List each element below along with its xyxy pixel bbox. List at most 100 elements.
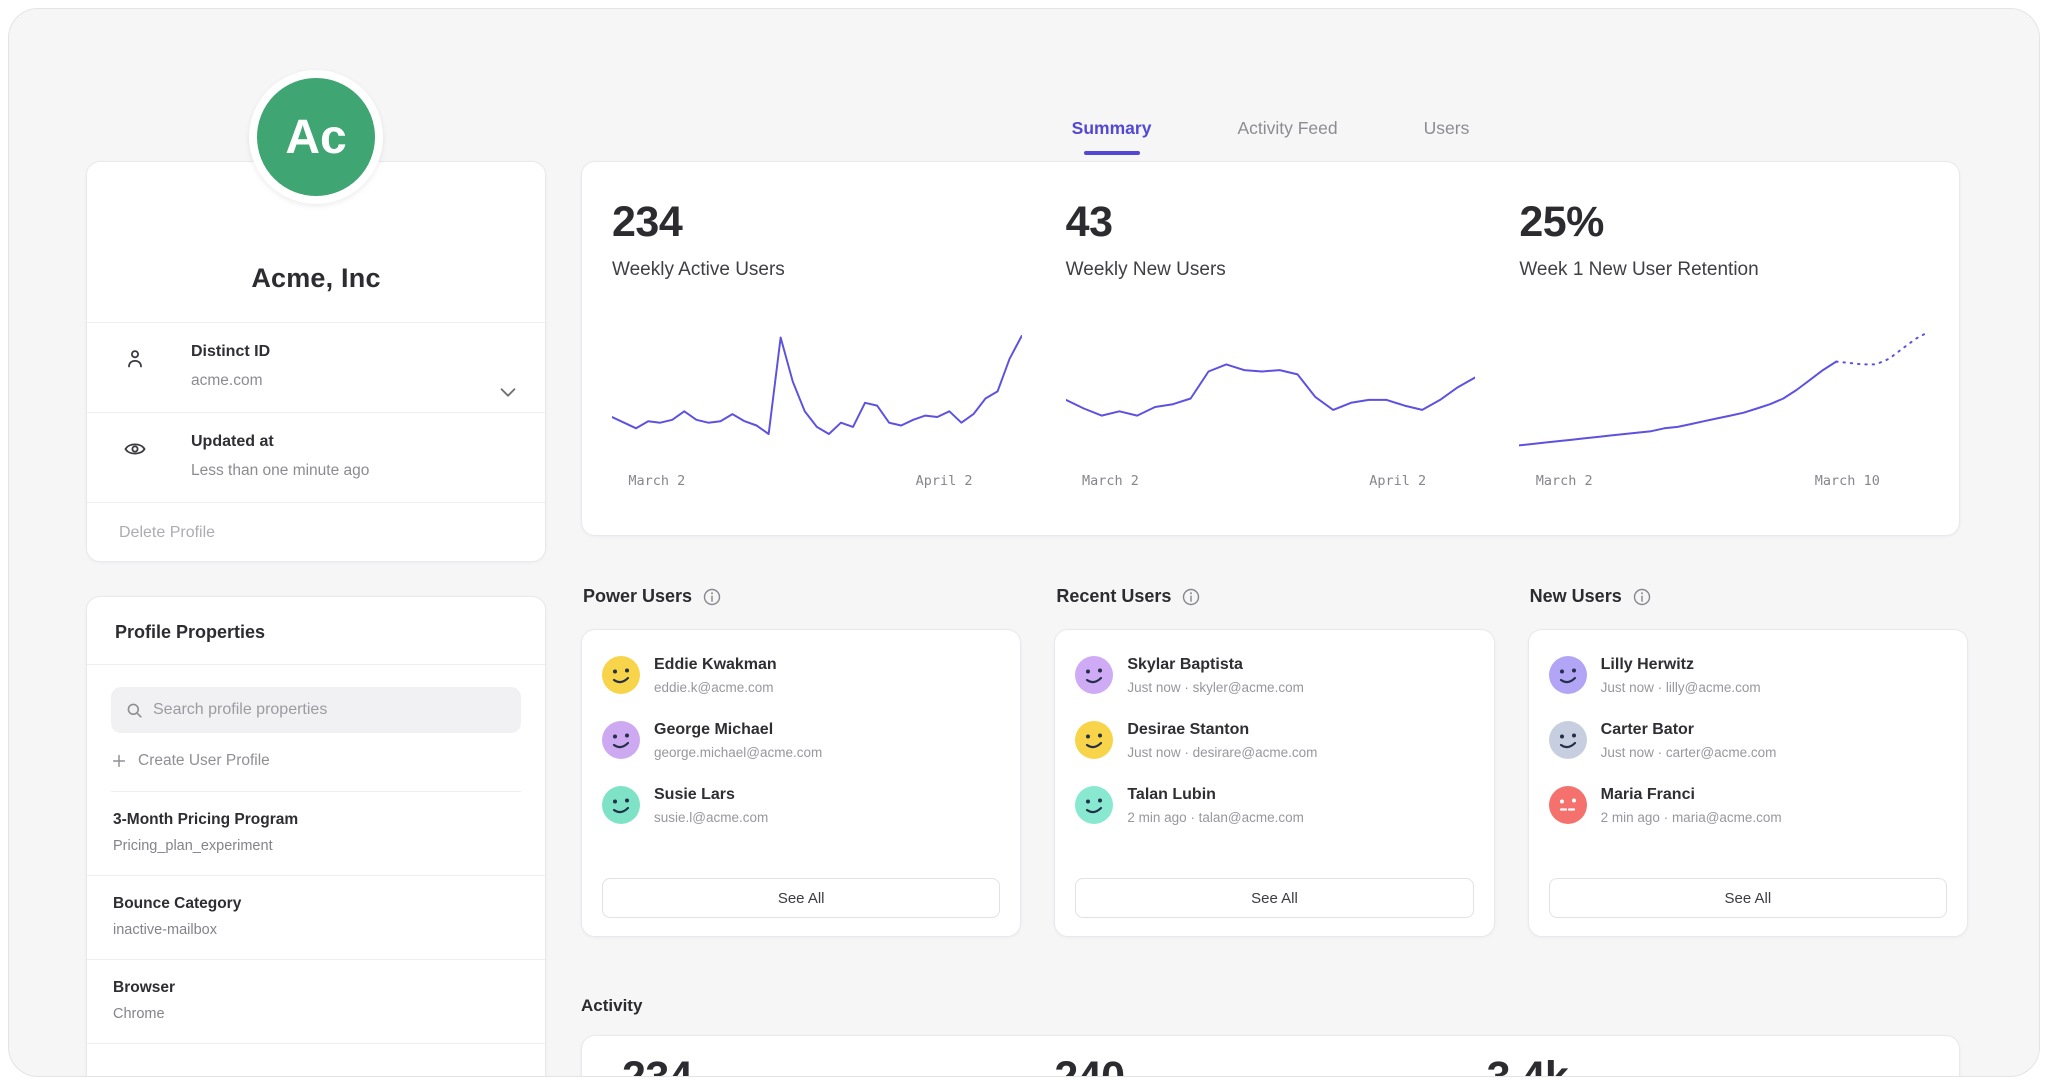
- field-value: acme.com: [191, 372, 485, 390]
- user-row[interactable]: Carter Bator Just now · carter@acme.com: [1549, 721, 1947, 760]
- tab-bar: Summary Activity Feed Users: [581, 8, 1960, 161]
- activity-stat: 234: [622, 1053, 1054, 1077]
- eye-icon: [123, 437, 147, 461]
- profile-properties-title: Profile Properties: [87, 597, 545, 665]
- property-name: Bounce Category: [113, 895, 519, 913]
- property-value: inactive-mailbox: [113, 922, 519, 938]
- user-avatar: [1549, 656, 1587, 694]
- recent-users-card: Skylar Baptista Just now · skyler@acme.c…: [1054, 629, 1494, 937]
- tab-users[interactable]: Users: [1424, 118, 1470, 155]
- see-all-button[interactable]: See All: [1075, 878, 1473, 918]
- activity-title: Activity: [581, 996, 1960, 1016]
- property-value: Chrome: [113, 1006, 519, 1022]
- info-icon[interactable]: [702, 587, 722, 607]
- user-name: Lilly Herwitz: [1601, 656, 1761, 674]
- activity-card: 234 240 3.4k: [581, 1035, 1960, 1077]
- delete-profile-button[interactable]: Delete Profile: [87, 502, 545, 563]
- x-tick: March 2: [628, 473, 685, 489]
- user-row[interactable]: Maria Franci 2 min ago · maria@acme.com: [1549, 786, 1947, 825]
- activity-section: Activity 234 240 3.4k: [581, 996, 1960, 1077]
- user-avatar: [1075, 786, 1113, 824]
- field-label: Updated at: [191, 433, 485, 451]
- user-subtext: susie.l@acme.com: [654, 810, 768, 825]
- face-icon: [1549, 786, 1587, 824]
- user-avatar: [1549, 786, 1587, 824]
- stat-value: 25%: [1519, 198, 1929, 247]
- field-label: Distinct ID: [191, 343, 485, 361]
- user-subtext: Just now · desirare@acme.com: [1127, 745, 1317, 760]
- user-subtext: Just now · lilly@acme.com: [1601, 680, 1761, 695]
- new-users-card: Lilly Herwitz Just now · lilly@acme.com …: [1528, 629, 1968, 937]
- face-icon: [1549, 656, 1587, 694]
- user-name: Talan Lubin: [1127, 786, 1304, 804]
- user-avatar: [602, 786, 640, 824]
- user-name: Susie Lars: [654, 786, 768, 804]
- info-icon[interactable]: [1632, 587, 1652, 607]
- stat-week1-retention: 25% Week 1 New User Retention March 2 Ma…: [1519, 198, 1929, 511]
- x-axis-ticks: March 2 April 2: [1066, 473, 1476, 489]
- recent-users-section: Recent Users Skylar Baptista Just now · …: [1054, 571, 1494, 937]
- user-row[interactable]: George Michael george.michael@acme.com: [602, 721, 1000, 760]
- app-frame: Ac Acme, Inc Distinct ID acme.com Update…: [8, 8, 2040, 1077]
- power-users-section: Power Users Eddie Kwakman eddie.k@acme.c…: [581, 571, 1021, 937]
- user-subtext: george.michael@acme.com: [654, 745, 822, 760]
- face-icon: [1075, 721, 1113, 759]
- new-users-section: New Users Lilly Herwitz Just now · lilly…: [1528, 571, 1968, 937]
- property-name: Browser: [113, 979, 519, 997]
- field-value: Less than one minute ago: [191, 462, 485, 480]
- see-all-button[interactable]: See All: [1549, 878, 1947, 918]
- user-subtext: 2 min ago · talan@acme.com: [1127, 810, 1304, 825]
- x-axis-ticks: March 2 April 2: [612, 473, 1022, 489]
- activity-stat: 3.4k: [1487, 1053, 1919, 1077]
- stat-weekly-new-users: 43 Weekly New Users March 2 April 2: [1066, 198, 1476, 511]
- user-name: Maria Franci: [1601, 786, 1782, 804]
- x-tick: March 10: [1815, 473, 1880, 489]
- user-row[interactable]: Lilly Herwitz Just now · lilly@acme.com: [1549, 656, 1947, 695]
- create-user-profile-button[interactable]: Create User Profile: [111, 752, 521, 792]
- section-title: Power Users: [583, 586, 692, 607]
- user-row[interactable]: Talan Lubin 2 min ago · talan@acme.com: [1075, 786, 1473, 825]
- face-icon: [602, 721, 640, 759]
- tab-summary[interactable]: Summary: [1072, 118, 1152, 155]
- section-title: Recent Users: [1056, 586, 1171, 607]
- property-value: Pricing_plan_experiment: [113, 838, 519, 854]
- user-name: George Michael: [654, 721, 822, 739]
- page-title: Acme, Inc: [251, 263, 380, 294]
- user-row[interactable]: Skylar Baptista Just now · skyler@acme.c…: [1075, 656, 1473, 695]
- stat-label: Week 1 New User Retention: [1519, 259, 1929, 281]
- stat-value: 234: [612, 198, 1022, 247]
- search-input[interactable]: [153, 701, 507, 719]
- user-row[interactable]: Eddie Kwakman eddie.k@acme.com: [602, 656, 1000, 695]
- updated-at-row: Updated at Less than one minute ago: [87, 412, 545, 502]
- user-name: Skylar Baptista: [1127, 656, 1304, 674]
- line-chart-weekly-new-users: [1066, 313, 1476, 463]
- activity-stat: 240: [1054, 1053, 1486, 1077]
- user-row[interactable]: Desirae Stanton Just now · desirare@acme…: [1075, 721, 1473, 760]
- user-name: Desirae Stanton: [1127, 721, 1317, 739]
- info-icon[interactable]: [1181, 587, 1201, 607]
- user-avatar: [602, 656, 640, 694]
- profile-properties-card: Profile Properties Create User Profile 3…: [86, 596, 546, 1077]
- search-icon: [125, 701, 144, 720]
- x-tick: April 2: [916, 473, 973, 489]
- face-icon: [602, 786, 640, 824]
- property-item[interactable]: Browser Chrome: [87, 960, 545, 1044]
- x-tick: April 2: [1369, 473, 1426, 489]
- search-box: [111, 687, 521, 733]
- face-icon: [1075, 786, 1113, 824]
- avatar-initials: Ac: [285, 110, 346, 165]
- stat-value: 43: [1066, 198, 1476, 247]
- person-icon: [123, 347, 147, 371]
- user-row[interactable]: Susie Lars susie.l@acme.com: [602, 786, 1000, 825]
- chevron-down-icon[interactable]: [497, 381, 519, 403]
- see-all-button[interactable]: See All: [602, 878, 1000, 918]
- x-tick: March 2: [1082, 473, 1139, 489]
- tab-activity-feed[interactable]: Activity Feed: [1237, 118, 1337, 155]
- face-icon: [602, 656, 640, 694]
- property-item[interactable]: 3-Month Pricing Program Pricing_plan_exp…: [87, 792, 545, 876]
- x-tick: March 2: [1536, 473, 1593, 489]
- face-icon: [1075, 656, 1113, 694]
- user-subtext: Just now · carter@acme.com: [1601, 745, 1777, 760]
- create-user-profile-label: Create User Profile: [138, 752, 270, 770]
- property-item[interactable]: Bounce Category inactive-mailbox: [87, 876, 545, 960]
